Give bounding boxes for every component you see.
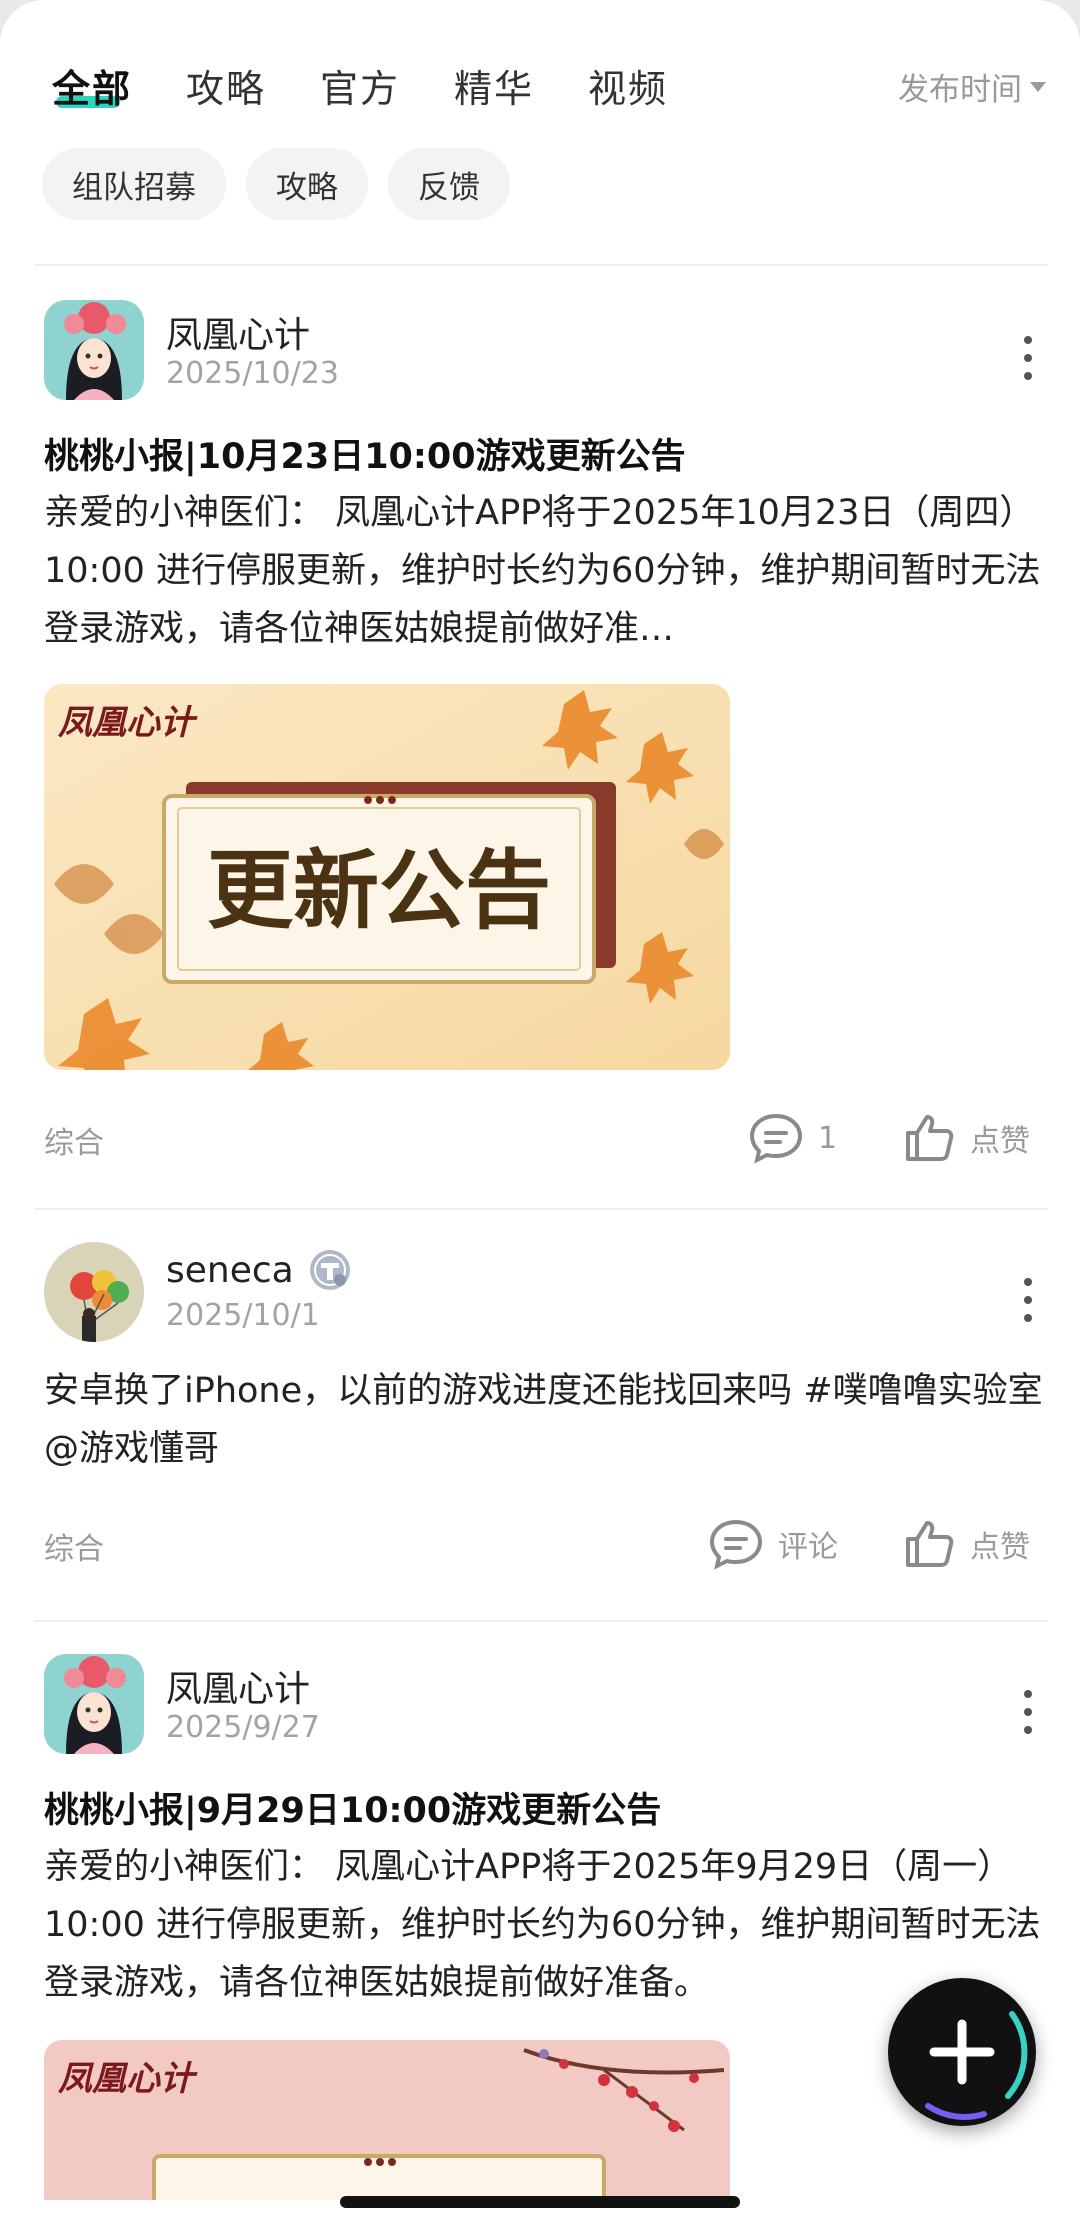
post-title[interactable]: 桃桃小报|10月23日10:00游戏更新公告	[44, 428, 686, 479]
divider	[34, 264, 1048, 266]
divider	[34, 1208, 1048, 1210]
more-vertical-icon[interactable]	[1018, 1690, 1038, 1734]
post-title[interactable]: 桃桃小报|9月29日10:00游戏更新公告	[44, 1782, 661, 1833]
forum-sheet: 全部 攻略 官方 精华 视频 发布时间 组队招募 攻略 反馈 凤凰心计 2025…	[0, 0, 1080, 2226]
comment-bubble-icon	[749, 1113, 803, 1164]
tab-official[interactable]: 官方	[320, 58, 400, 113]
filter-chips: 组队招募 攻略 反馈	[42, 148, 510, 220]
sort-label: 发布时间	[898, 72, 1022, 108]
divider	[34, 1620, 1048, 1622]
image-caption: 更新公告	[207, 840, 551, 941]
sort-dropdown[interactable]: 发布时间	[898, 64, 1046, 109]
more-vertical-icon[interactable]	[1018, 336, 1038, 380]
like-button[interactable]: 点赞	[902, 1108, 1030, 1168]
like-label: 点赞	[970, 1530, 1030, 1565]
post-date: 2025/9/27	[166, 1710, 320, 1745]
post-card[interactable]: seneca 2025/10/1 安卓换了iPhone，以前的游戏进度还能找回来…	[0, 1242, 1080, 1572]
thumbs-up-icon	[906, 1115, 954, 1161]
post-image[interactable]: 凤凰心计	[44, 2040, 730, 2200]
user-badge-icon	[309, 1250, 350, 1290]
comment-button[interactable]: 评论	[708, 1514, 838, 1574]
image-logo: 凤凰心计	[57, 2059, 198, 2099]
thumbs-up-icon	[906, 1521, 954, 1567]
post-footer: 综合 1 点赞	[44, 1108, 1040, 1168]
author-name[interactable]: 凤凰心计	[166, 1660, 310, 1712]
create-post-button[interactable]	[888, 1978, 1036, 2126]
like-label: 点赞	[970, 1124, 1030, 1159]
avatar[interactable]	[44, 300, 144, 400]
image-logo: 凤凰心计	[57, 703, 198, 743]
chevron-down-icon	[1030, 81, 1046, 92]
post-date: 2025/10/23	[166, 356, 339, 391]
tab-guides[interactable]: 攻略	[186, 58, 266, 113]
comment-label: 评论	[778, 1530, 838, 1565]
post-image[interactable]: 更新公告 凤凰心计	[44, 684, 730, 1070]
author-name[interactable]: seneca	[166, 1248, 352, 1292]
tab-all[interactable]: 全部	[52, 58, 132, 113]
like-button[interactable]: 点赞	[902, 1514, 1030, 1574]
comment-button[interactable]: 1	[748, 1108, 837, 1168]
author-name[interactable]: 凤凰心计	[166, 306, 310, 358]
comment-bubble-icon	[709, 1519, 763, 1570]
tab-featured[interactable]: 精华	[454, 58, 534, 113]
post-body[interactable]: 亲爱的小神医们： 凤凰心计APP将于2025年10月23日（周四）10:00 进…	[44, 484, 1044, 658]
post-date: 2025/10/1	[166, 1298, 320, 1333]
more-vertical-icon[interactable]	[1018, 1278, 1038, 1322]
tab-videos[interactable]: 视频	[588, 58, 668, 113]
post-body[interactable]: 安卓换了iPhone，以前的游戏进度还能找回来吗 #噗噜噜实验室 @游戏懂哥	[44, 1362, 1044, 1478]
post-card[interactable]: 凤凰心计 2025/9/27 桃桃小报|9月29日10:00游戏更新公告 亲爱的…	[0, 1654, 1080, 2226]
chip-feedback[interactable]: 反馈	[388, 148, 510, 220]
chip-team-recruit[interactable]: 组队招募	[42, 148, 226, 220]
post-category: 综合	[44, 1532, 104, 1567]
home-indicator[interactable]	[340, 2196, 740, 2208]
chip-guides[interactable]: 攻略	[246, 148, 368, 220]
plus-icon	[925, 2011, 1028, 2120]
post-card[interactable]: 凤凰心计 2025/10/23 桃桃小报|10月23日10:00游戏更新公告 亲…	[0, 300, 1080, 1200]
comment-count: 1	[818, 1120, 838, 1156]
avatar[interactable]	[44, 1654, 144, 1754]
tab-bar: 全部 攻略 官方 精华 视频 发布时间	[0, 52, 1080, 122]
post-footer: 综合 评论 点赞	[44, 1514, 1040, 1574]
avatar[interactable]	[44, 1242, 144, 1342]
post-category: 综合	[44, 1126, 104, 1161]
